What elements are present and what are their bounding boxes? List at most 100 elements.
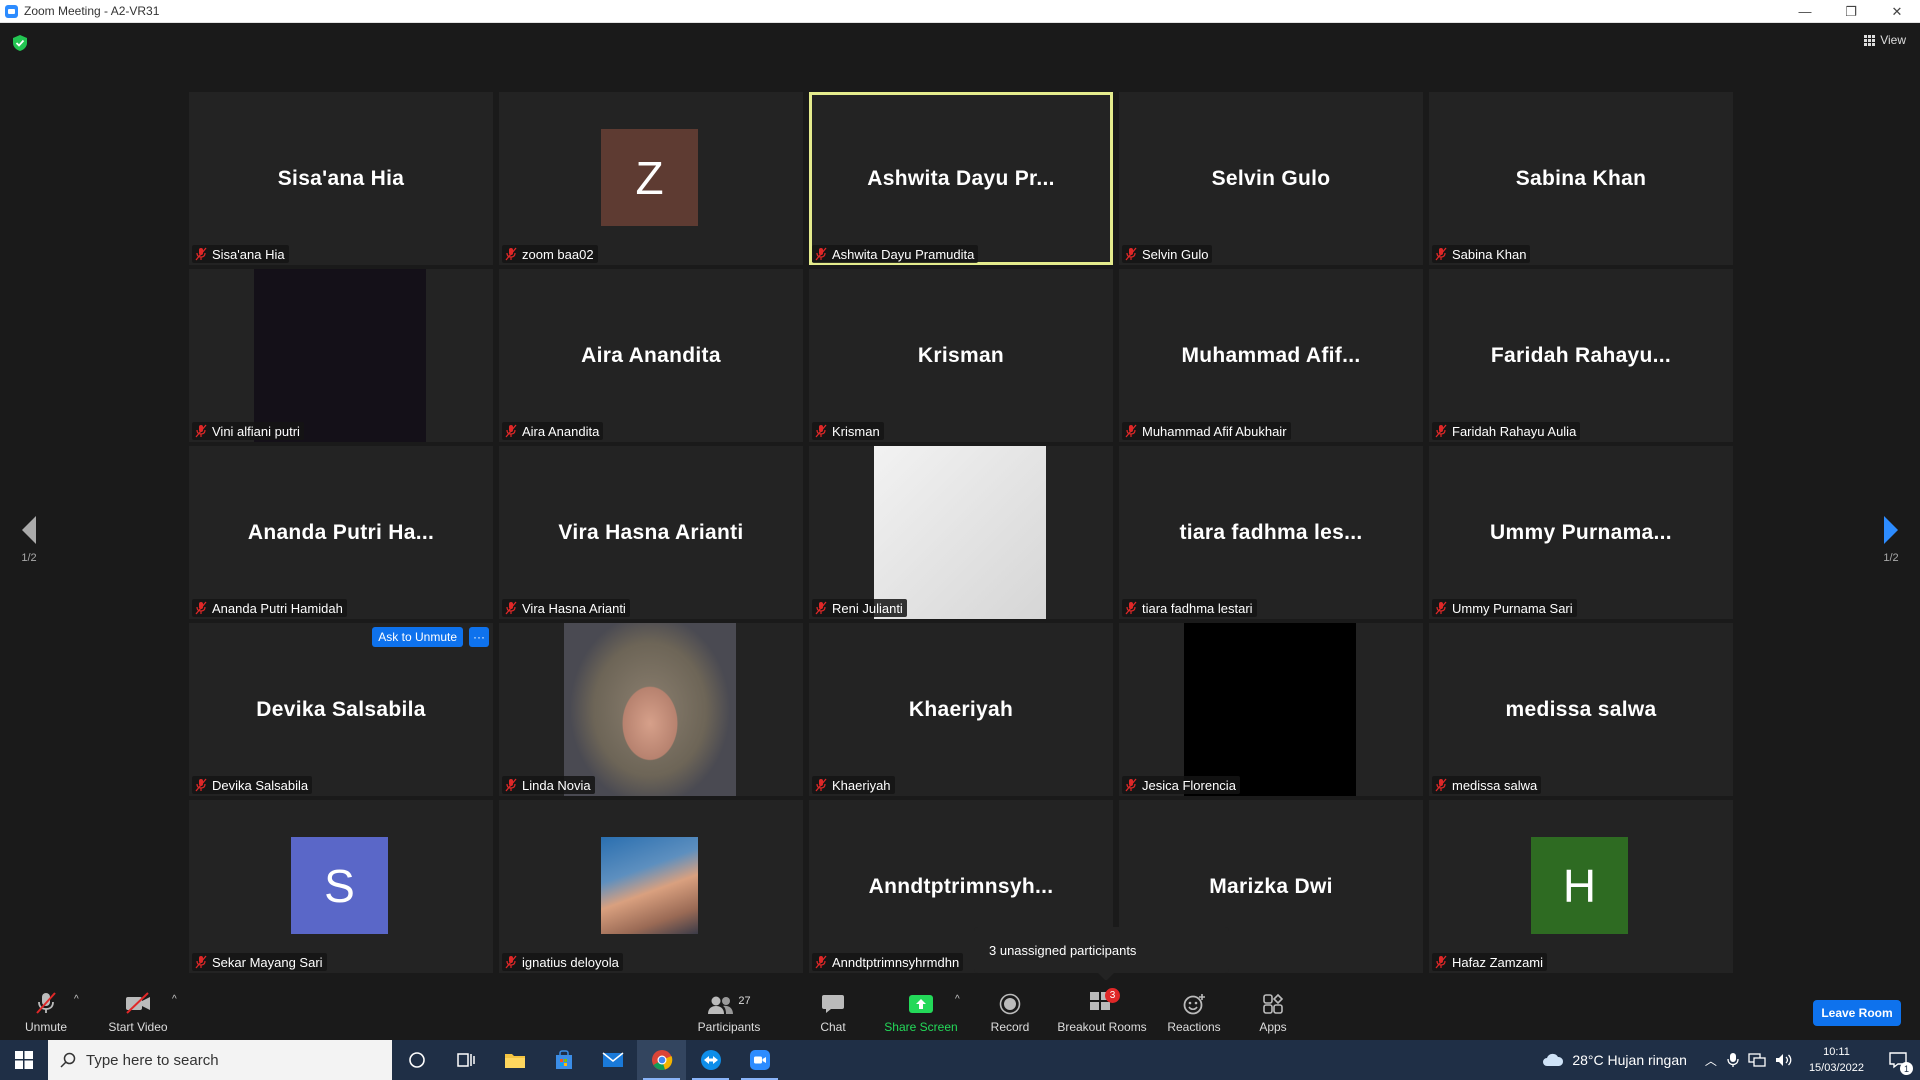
participant-display-name: tiara fadhma les... (1179, 520, 1363, 544)
video-options-caret-icon[interactable]: ^ (172, 994, 177, 1005)
cortana-button[interactable] (392, 1040, 441, 1080)
participant-tile[interactable]: medissa salwa medissa salwa (1429, 623, 1733, 796)
reactions-button[interactable]: Reactions (1164, 980, 1224, 1040)
participant-tile[interactable]: Aira Anandita Aira Anandita (499, 269, 803, 442)
start-video-label: Start Video (108, 1020, 168, 1034)
start-button[interactable] (0, 1040, 48, 1080)
participant-tile[interactable]: Vira Hasna Arianti Vira Hasna Arianti (499, 446, 803, 619)
participant-name-label: Khaeriyah (812, 776, 895, 794)
participant-tile[interactable]: S Sekar Mayang Sari (189, 800, 493, 973)
participant-name-label: Ummy Purnama Sari (1432, 599, 1577, 617)
microphone-tray-icon[interactable] (1727, 1052, 1739, 1068)
participant-tile[interactable]: Devika Salsabila Ask to Unmute ··· Devika S… (189, 623, 493, 796)
participant-tile[interactable]: Selvin Gulo Selvin Gulo (1119, 92, 1423, 265)
muted-mic-icon (1435, 778, 1447, 792)
tooltip-text: 3 unassigned participants (989, 942, 1137, 958)
security-shield-icon[interactable] (13, 35, 27, 51)
participant-display-name: Sabina Khan (1515, 166, 1647, 190)
view-button[interactable]: View (1864, 33, 1906, 47)
participant-name: Selvin Gulo (1142, 246, 1209, 262)
record-button[interactable]: Record (980, 980, 1040, 1040)
zoom-app-icon (5, 4, 18, 18)
prev-page-button[interactable]: 1/2 (14, 516, 44, 564)
mail-button[interactable] (588, 1040, 637, 1080)
participant-name: Devika Salsabila (212, 777, 309, 793)
participant-tile[interactable]: Linda Novia (499, 623, 803, 796)
microphone-muted-icon (36, 992, 56, 1014)
network-icon[interactable] (1748, 1053, 1766, 1067)
audio-options-caret-icon[interactable]: ^ (74, 994, 79, 1005)
participant-name-label: Anndtptrimnsyhrmdhn (812, 953, 964, 971)
participant-name: Linda Novia (522, 777, 591, 793)
restore-button[interactable]: ❐ (1828, 0, 1874, 23)
participant-tile[interactable]: Khaeriyah Khaeriyah (809, 623, 1113, 796)
windows-logo-icon (15, 1051, 33, 1069)
participant-tile[interactable]: Reni Julianti (809, 446, 1113, 619)
muted-mic-icon (815, 955, 827, 969)
chrome-button[interactable] (637, 1040, 686, 1080)
taskbar-search-box[interactable]: Type here to search (48, 1040, 392, 1080)
start-video-button[interactable]: Start Video (102, 980, 174, 1040)
minimize-button[interactable]: — (1782, 0, 1828, 23)
participant-name-label: Devika Salsabila (192, 776, 313, 794)
task-view-button[interactable] (441, 1040, 490, 1080)
participant-tile[interactable]: Muhammad Afif... Muhammad Afif Abukhair (1119, 269, 1423, 442)
taskbar-clock[interactable]: 10:11 15/03/2022 (1809, 1044, 1864, 1076)
unmute-button[interactable]: Unmute (16, 980, 76, 1040)
apps-button[interactable]: Apps (1248, 980, 1298, 1040)
weather-cloud-icon[interactable] (1542, 1052, 1564, 1068)
participant-name: zoom baa02 (522, 246, 594, 262)
muted-mic-icon (1125, 247, 1137, 261)
muted-mic-icon (1125, 601, 1137, 615)
participant-tile[interactable]: Krisman Krisman (809, 269, 1113, 442)
participant-tile[interactable]: Sisa'ana Hia Sisa'ana Hia (189, 92, 493, 265)
breakout-badge: 3 (1105, 988, 1120, 1003)
ask-to-unmute-button[interactable]: Ask to Unmute (372, 627, 463, 647)
teamviewer-button[interactable] (686, 1040, 735, 1080)
participant-tile[interactable]: Faridah Rahayu... Faridah Rahayu Aulia (1429, 269, 1733, 442)
participant-tile[interactable]: Ananda Putri Ha... Ananda Putri Hamidah (189, 446, 493, 619)
breakout-rooms-button[interactable]: 3 Breakout Rooms (1056, 980, 1148, 1040)
participant-video (874, 446, 1046, 619)
leave-room-button[interactable]: Leave Room (1813, 1000, 1901, 1026)
window-title: Zoom Meeting - A2-VR31 (24, 4, 160, 18)
participant-tile[interactable]: H Hafaz Zamzami (1429, 800, 1733, 973)
file-explorer-button[interactable] (490, 1040, 539, 1080)
chat-button[interactable]: Chat (806, 980, 860, 1040)
store-button[interactable] (539, 1040, 588, 1080)
volume-icon[interactable] (1775, 1053, 1793, 1067)
zoom-taskbar-button[interactable] (735, 1040, 784, 1080)
search-icon (60, 1052, 76, 1068)
notification-count: 1 (1900, 1062, 1913, 1075)
participant-tile[interactable]: tiara fadhma les... tiara fadhma lestari (1119, 446, 1423, 619)
chevron-up-icon[interactable]: ︿ (1705, 1052, 1717, 1069)
participant-name: Vini alfiani putri (212, 423, 300, 439)
muted-mic-icon (815, 247, 827, 261)
participant-display-name: Aira Anandita (581, 343, 721, 367)
participants-button[interactable]: 27 Participants (688, 980, 770, 1040)
participant-tile[interactable]: Vini alfiani putri (189, 269, 493, 442)
participant-tile[interactable]: ignatius deloyola (499, 800, 803, 973)
weather-text[interactable]: 28°C Hujan ringan (1572, 1052, 1687, 1068)
participant-tile[interactable]: Sabina Khan Sabina Khan (1429, 92, 1733, 265)
arrow-right-icon (1884, 516, 1898, 544)
more-options-button[interactable]: ··· (469, 627, 489, 647)
muted-mic-icon (505, 601, 517, 615)
participant-tile[interactable]: Ashwita Dayu Pr... Ashwita Dayu Pramudita (809, 92, 1113, 265)
share-screen-button[interactable]: Share Screen (880, 980, 962, 1040)
next-page-button[interactable]: 1/2 (1876, 516, 1906, 564)
video-off-icon (126, 992, 150, 1014)
participant-tile[interactable]: Zzoom baa02 (499, 92, 803, 265)
muted-mic-icon (505, 955, 517, 969)
participant-tile[interactable]: Ummy Purnama... Ummy Purnama Sari (1429, 446, 1733, 619)
share-options-caret-icon[interactable]: ^ (955, 994, 960, 1005)
participant-tile[interactable]: Jesica Florencia (1119, 623, 1423, 796)
share-screen-icon (909, 995, 933, 1013)
close-button[interactable]: ✕ (1874, 0, 1920, 23)
action-center-button[interactable]: 1 (1876, 1040, 1920, 1080)
chrome-icon (651, 1050, 672, 1070)
meeting-toolbar: Unmute ^ Start Video ^ 27 Participants C… (0, 980, 1920, 1040)
participants-icon (708, 996, 734, 1014)
participant-avatar: Z (601, 129, 698, 226)
participant-name-label: Ananda Putri Hamidah (192, 599, 347, 617)
